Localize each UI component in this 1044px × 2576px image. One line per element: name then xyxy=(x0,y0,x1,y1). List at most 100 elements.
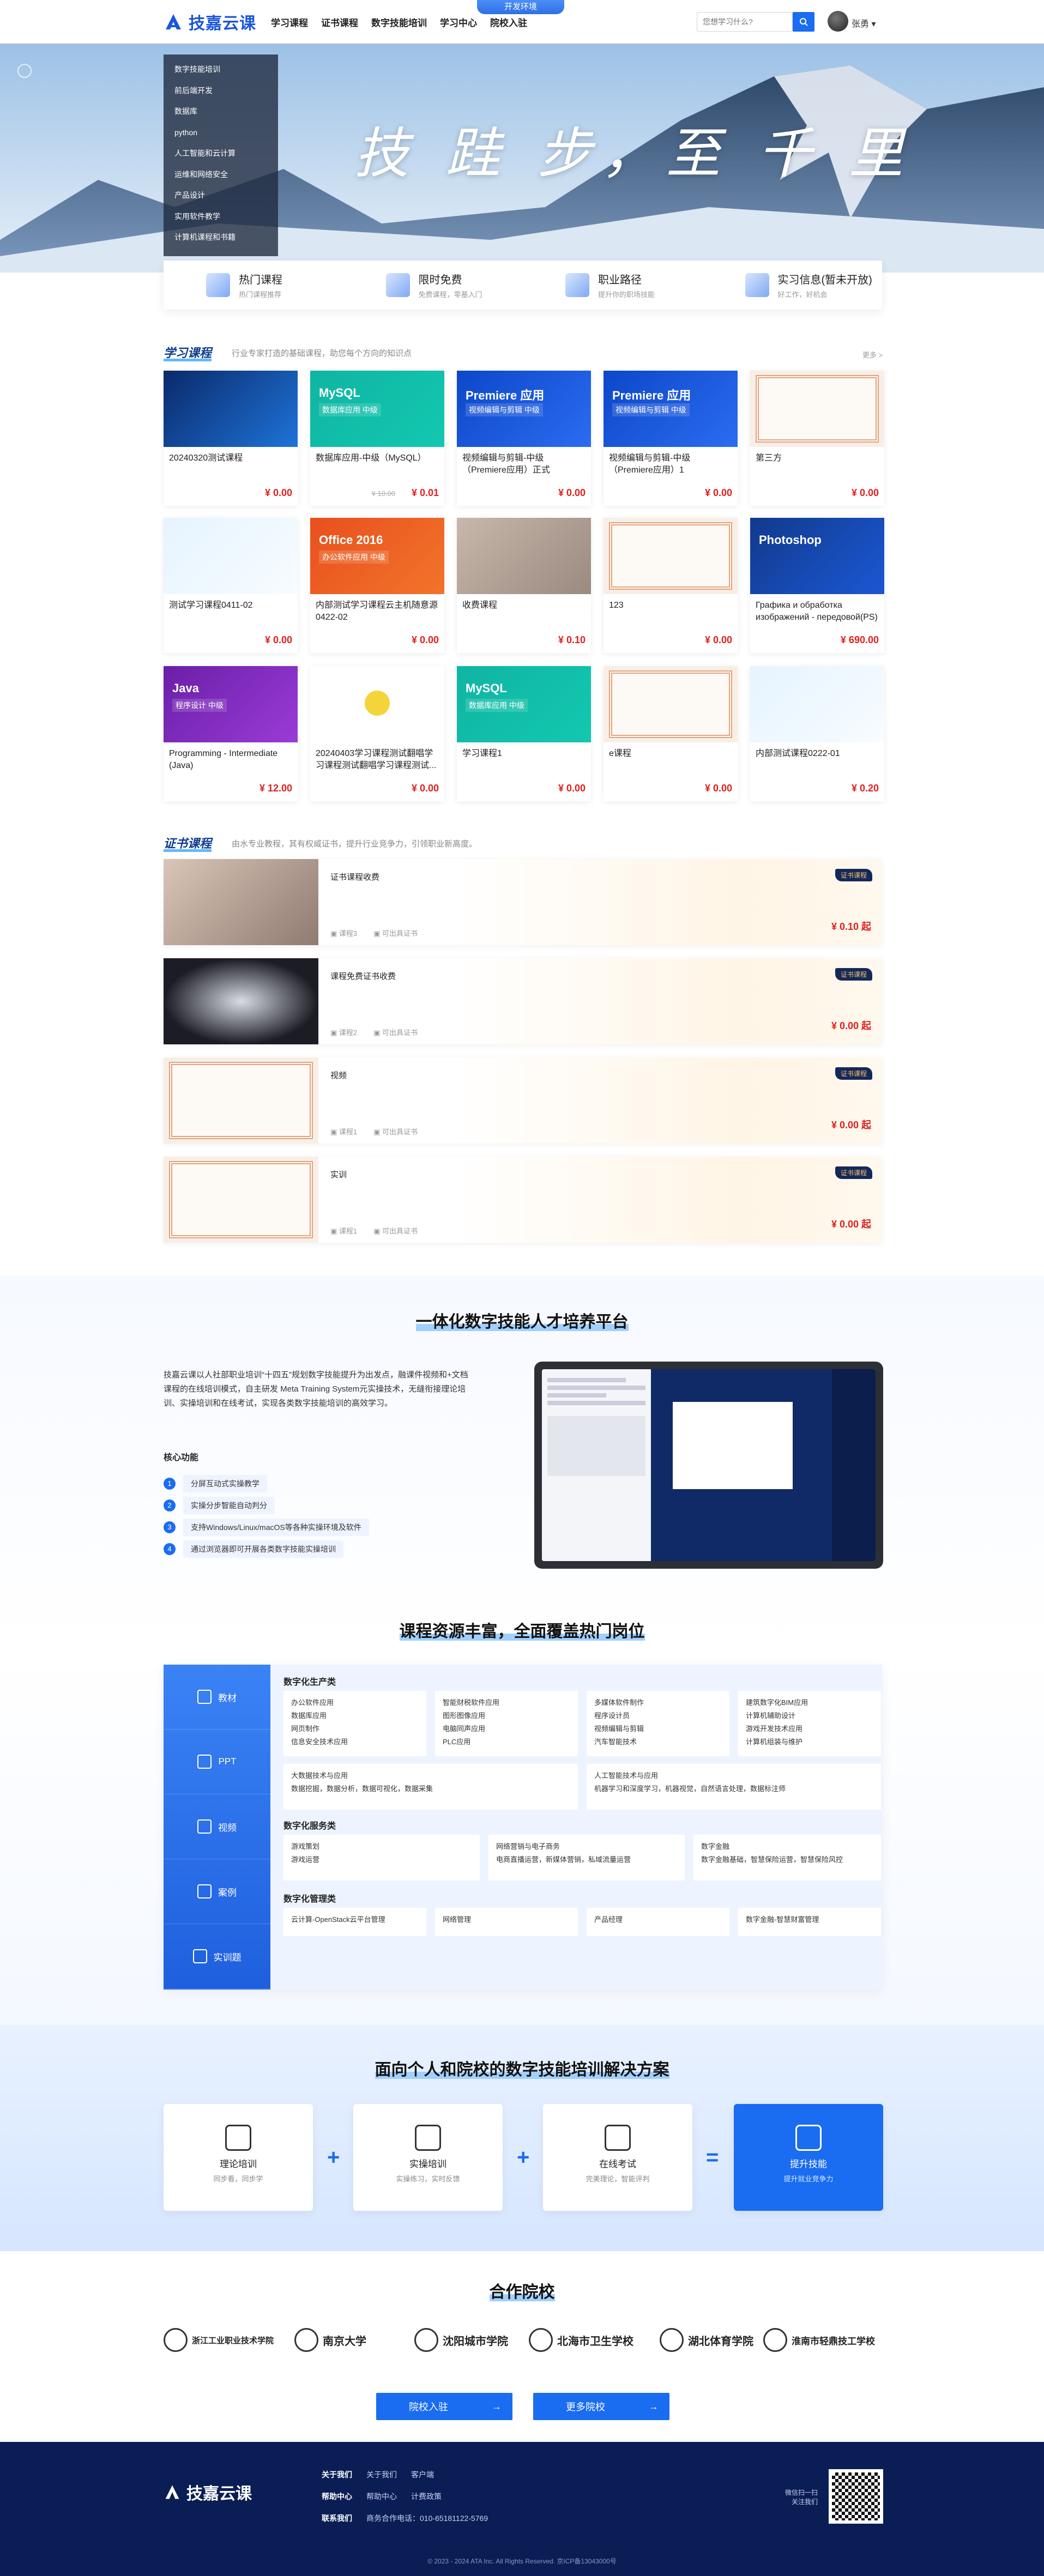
course-name: 20240320测试课程 xyxy=(169,453,243,463)
res-cell[interactable]: 智能财税软件应用 图形图像应用 电脑同声应用 PLC应用 xyxy=(435,1691,578,1756)
join-school-button[interactable]: 院校入驻 → xyxy=(376,2393,512,2420)
res-cell[interactable]: 网络营销与电子商务 电商直播运营，新媒体营销，私域流量运营 xyxy=(488,1835,685,1880)
cert-course-row[interactable]: 课程免费证书收费 ▣ 课程2 ▣ 可出具证书 证书课程 ¥ 0.00 起 xyxy=(164,958,882,1044)
course-card[interactable]: MySQL 数据库应用 中级 学习课程1 ¥ 0.00 xyxy=(457,666,591,801)
partners-heading: 合作院校 xyxy=(0,2278,1044,2302)
res-tab-textbook[interactable]: 教材 xyxy=(164,1665,270,1730)
cert-course-row[interactable]: 视频 ▣ 课程1 ▣ 可出具证书 证书课程 ¥ 0.00 起 xyxy=(164,1057,882,1144)
side-item-database[interactable]: 数据库 xyxy=(164,101,278,122)
nav-study-courses[interactable]: 学习课程 xyxy=(271,15,308,29)
calendar-icon xyxy=(415,2125,441,2151)
res-cell[interactable]: 人工智能技术与应用 机器学习和深度学习，机器视觉，自然语言处理，数据标注师 xyxy=(587,1764,881,1810)
solution-sub: 完美理论，智能评判 xyxy=(586,2175,650,2183)
course-card[interactable]: Premiere 应用 视频编辑与剪辑 中级 视频编辑与剪辑-中级（Premiere… xyxy=(457,371,591,506)
cert-badge: 证书课程 xyxy=(835,869,872,881)
user-avatar[interactable] xyxy=(828,11,848,32)
solution-name: 实操培训 xyxy=(409,2159,446,2169)
course-card[interactable]: Office 2016 办公软件应用 中级 内部测试学习课程云主机随意源0422-0… xyxy=(310,518,444,653)
search-icon xyxy=(800,18,808,26)
course-price: ¥ 0.00 xyxy=(558,783,586,794)
res-tab-practice[interactable]: 实训题 xyxy=(164,1924,270,1989)
res-item: 游戏运营 xyxy=(291,1855,320,1864)
course-card[interactable]: Java 程序设计 中级 Programming - Intermediate (J… xyxy=(164,666,298,801)
search-button[interactable] xyxy=(793,12,814,32)
user-menu[interactable]: 张勇 ▾ xyxy=(852,16,876,29)
school-seal-icon xyxy=(164,2328,188,2352)
thumb-title: Premiere 应用 xyxy=(466,389,545,402)
course-card[interactable]: MySQL 数据库应用 中级 数据库应用-中级（MySQL） ¥ 10.00 ¥ 0.0… xyxy=(310,371,444,506)
footer-logo[interactable]: 技嘉云课 xyxy=(164,2480,252,2504)
hero-banner[interactable]: 数字技能培训 前后端开发 数据库 python 人工智能和云计算 运维和网络安全… xyxy=(0,44,1044,273)
solution-card-result[interactable]: 提升技能 提升就业竞争力 xyxy=(734,2104,883,2211)
lesson-count: ▣ 课程1 xyxy=(330,1128,358,1136)
course-card[interactable]: 20240403学习课程测试翻唱学习课程测试翻唱学习课程测试... ¥ 0.00 xyxy=(310,666,444,801)
nav-learning-center[interactable]: 学习中心 xyxy=(440,15,477,29)
solutions-heading: 面向个人和院校的数字技能培训解决方案 xyxy=(0,2056,1044,2080)
side-item-product-design[interactable]: 产品设计 xyxy=(164,185,278,206)
search-input[interactable] xyxy=(697,12,793,32)
course-card[interactable]: 测试学习课程0411-02 ¥ 0.00 xyxy=(164,518,298,653)
course-thumbnail xyxy=(604,518,738,594)
site-logo[interactable]: 技嘉云课 xyxy=(164,10,256,34)
footer-link-about[interactable]: 关于我们 xyxy=(366,2469,397,2480)
course-card[interactable]: 收费课程 ¥ 0.10 xyxy=(457,518,591,653)
cat-hot-courses[interactable]: 热门课程 热门课程推荐 xyxy=(164,261,343,310)
side-item-skill-training[interactable]: 数字技能培训 xyxy=(164,59,278,80)
footer-link-client[interactable]: 客户端 xyxy=(411,2469,434,2480)
solution-card-exam[interactable]: 在线考试 完美理论，智能评判 xyxy=(543,2104,692,2211)
course-name: 学习课程1 xyxy=(462,749,502,758)
nav-skill-training[interactable]: 数字技能培训 xyxy=(371,15,427,29)
resources-heading-text: 课程资源丰富，全面覆盖热门岗位 xyxy=(399,1623,645,1641)
res-cell[interactable]: 建筑数字化BIM应用 计算机辅助设计 游戏开发技术应用 计算机组装与维护 xyxy=(738,1691,881,1756)
nav-school-join[interactable]: 院校入驻 xyxy=(490,15,527,29)
solution-card-practice[interactable]: 实操培训 实操练习，实时反馈 xyxy=(353,2104,503,2211)
res-tab-case[interactable]: 案例 xyxy=(164,1859,270,1924)
res-cell[interactable]: 办公软件应用 数据库应用 网页制作 信息安全技术应用 xyxy=(283,1691,426,1756)
category-sidebar: 数字技能培训 前后端开发 数据库 python 人工智能和云计算 运维和网络安全… xyxy=(164,55,278,256)
nav-cert-courses[interactable]: 证书课程 xyxy=(321,15,358,29)
cat-career-path[interactable]: 职业路径 提升你的职场技能 xyxy=(523,261,703,310)
cert-course-meta: ▣ 课程1 ▣ 可出具证书 xyxy=(330,1225,418,1236)
res-cell[interactable]: 多媒体软件制作 程序设计员 视频编辑与剪辑 汽车智能技术 xyxy=(587,1691,729,1756)
cat-internship[interactable]: 实习信息(暂未开放) 好工作，好机会 xyxy=(703,261,883,310)
more-courses-link[interactable]: 更多 > xyxy=(862,349,883,360)
banner-indicator[interactable] xyxy=(17,64,32,78)
cat-free-courses[interactable]: 限时免费 免费课程，零基入门 xyxy=(343,261,523,310)
cat-sub: 提升你的职场技能 xyxy=(598,291,655,299)
cert-course-row[interactable]: 证书课程收费 ▣ 课程3 ▣ 可出具证书 证书课程 ¥ 0.10 起 xyxy=(164,859,882,945)
course-card[interactable]: 内部测试课程0222-01 ¥ 0.20 xyxy=(750,666,884,801)
side-item-ops-security[interactable]: 运维和网络安全 xyxy=(164,164,278,185)
course-card[interactable]: e课程 ¥ 0.00 xyxy=(604,666,738,801)
res-cell[interactable]: 数字金融-智慧财富管理 xyxy=(738,1908,881,1936)
course-card[interactable]: 123 ¥ 0.00 xyxy=(604,518,738,653)
user-name: 张勇 xyxy=(852,20,870,29)
footer-link-help[interactable]: 帮助中心 xyxy=(366,2491,397,2502)
footer-link-billing[interactable]: 计费政策 xyxy=(411,2491,442,2502)
partner-name: 湖北体育学院 xyxy=(688,2334,753,2348)
res-tab-video[interactable]: 视频 xyxy=(164,1794,270,1859)
side-item-software[interactable]: 实用软件教学 xyxy=(164,206,278,227)
follow-text: 关注我们 xyxy=(792,2498,818,2506)
res-cell[interactable]: 网络管理 xyxy=(435,1908,578,1936)
res-cell[interactable]: 数字金融 数字金融基础，智慧保险运营，智慧保险风控 xyxy=(693,1835,881,1880)
course-card[interactable]: 20240320测试课程 ¥ 0.00 xyxy=(164,371,298,506)
res-tab-ppt[interactable]: PPT xyxy=(164,1730,270,1794)
res-cell[interactable]: 云计算-OpenStack云平台管理 xyxy=(283,1908,426,1936)
cert-course-image xyxy=(164,958,318,1044)
cert-course-meta: ▣ 课程2 ▣ 可出具证书 xyxy=(330,1027,418,1037)
cert-course-row[interactable]: 实训 ▣ 课程1 ▣ 可出具证书 证书课程 ¥ 0.00 起 xyxy=(164,1157,882,1243)
res-cell[interactable]: 大数据技术与应用 数据挖掘，数据分析，数据可视化，数据采集 xyxy=(283,1764,578,1810)
res-cell[interactable]: 产品经理 xyxy=(587,1908,729,1936)
side-item-python[interactable]: python xyxy=(164,122,278,143)
res-cell[interactable]: 游戏策划 游戏运营 xyxy=(283,1835,480,1880)
solution-card-theory[interactable]: 理论培训 同步看，同步学 xyxy=(164,2104,313,2211)
side-item-ai-cloud[interactable]: 人工智能和云计算 xyxy=(164,143,278,164)
course-card[interactable]: 第三方 ¥ 0.00 xyxy=(750,371,884,506)
partner-logo: 湖北体育学院 xyxy=(660,2326,753,2354)
more-schools-button[interactable]: 更多院校 → xyxy=(533,2393,669,2420)
course-card[interactable]: Photoshop Графика и обработка изображений… xyxy=(750,518,884,653)
course-card[interactable]: Premiere 应用 视频编辑与剪辑 中级 视频编辑与剪辑-中级（Premiere… xyxy=(604,371,738,506)
side-item-dev[interactable]: 前后端开发 xyxy=(164,80,278,101)
side-item-books[interactable]: 计算机课程和书籍 xyxy=(164,227,278,248)
copyright: © 2023 - 2024 ATA Inc. All Rights Reserv… xyxy=(427,2557,617,2565)
